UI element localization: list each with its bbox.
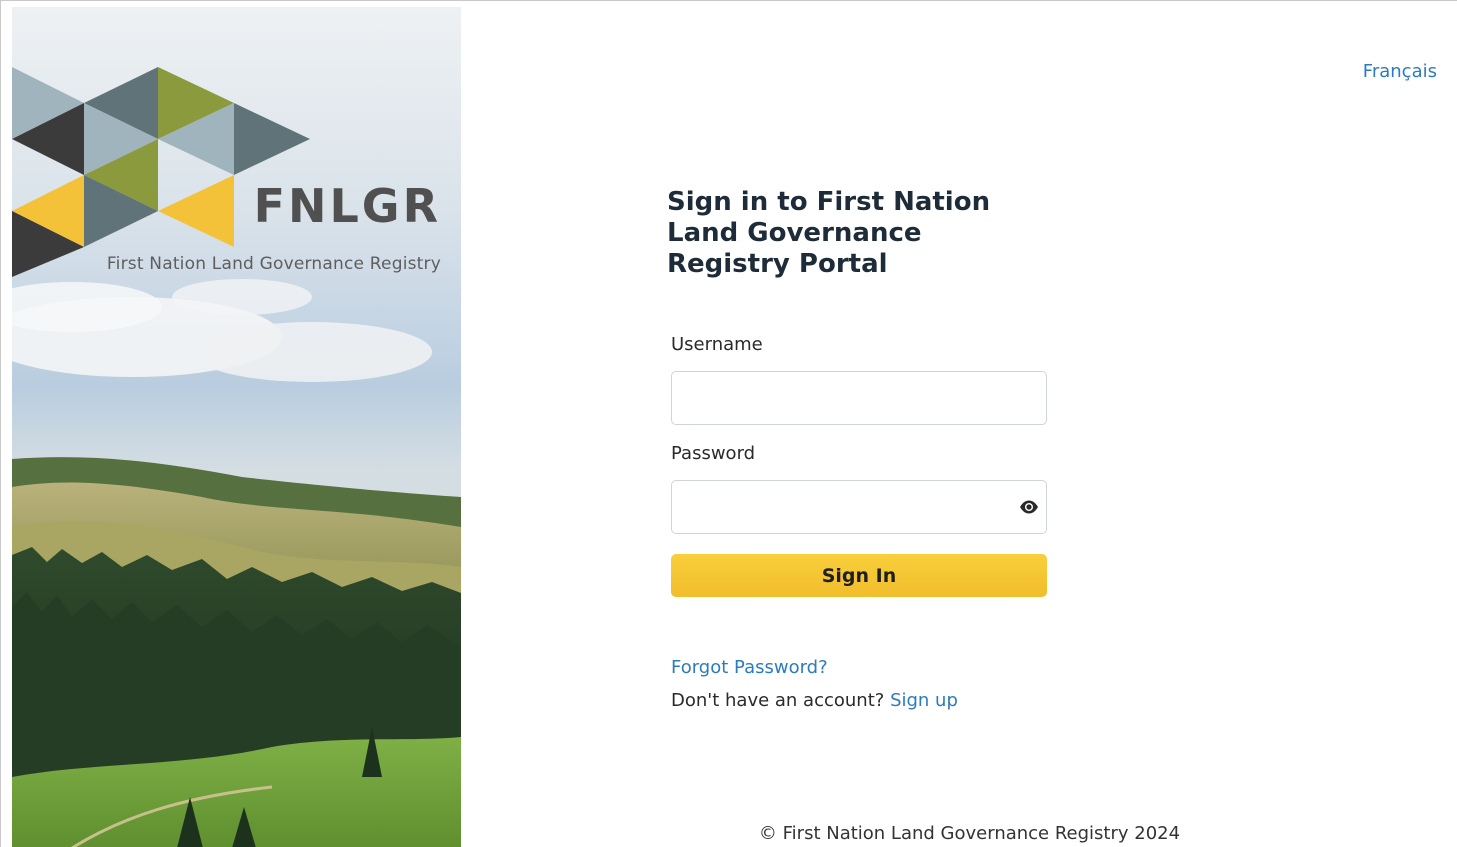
username-input[interactable] bbox=[671, 371, 1047, 425]
hero-panel: FNLGR First Nation Land Governance Regis… bbox=[12, 7, 461, 847]
page-title: Sign in to First Nation Land Governance … bbox=[667, 187, 991, 279]
footer-copyright: © First Nation Land Governance Registry … bbox=[758, 823, 1181, 844]
no-account-text: Don't have an account? bbox=[671, 690, 885, 711]
language-toggle-link[interactable]: Français bbox=[1363, 61, 1437, 82]
logo-fullname: First Nation Land Governance Registry bbox=[106, 254, 441, 274]
login-page: FNLGR First Nation Land Governance Regis… bbox=[0, 0, 1457, 847]
password-field-wrapper bbox=[671, 480, 1047, 534]
sign-up-link[interactable]: Sign up bbox=[890, 690, 958, 711]
password-label: Password bbox=[671, 443, 756, 464]
password-input[interactable] bbox=[671, 480, 1047, 534]
username-label: Username bbox=[671, 334, 763, 355]
eye-icon[interactable] bbox=[1017, 497, 1041, 517]
sign-in-button[interactable]: Sign In bbox=[671, 554, 1047, 597]
forgot-password-link[interactable]: Forgot Password? bbox=[671, 657, 828, 678]
signup-row: Don't have an account? Sign up bbox=[671, 690, 1049, 711]
logo-acronym: FNLGR bbox=[253, 179, 441, 233]
login-form: Sign in to First Nation Land Governance … bbox=[667, 187, 1049, 711]
